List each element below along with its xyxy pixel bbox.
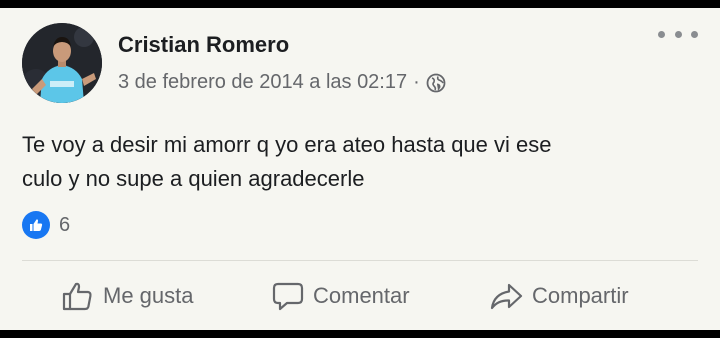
meta-separator: ·	[413, 71, 420, 93]
avatar-photo	[22, 23, 102, 103]
more-options-button[interactable]	[658, 22, 698, 46]
share-button[interactable]: Compartir	[489, 274, 629, 318]
reaction-count: 6	[59, 213, 71, 236]
thumbs-up-icon	[62, 282, 92, 311]
share-label: Compartir	[532, 283, 629, 308]
more-dot-icon	[691, 30, 698, 38]
author-name[interactable]: Cristian Romero	[118, 32, 289, 58]
more-dot-icon	[674, 30, 682, 38]
globe-icon	[426, 73, 446, 93]
action-bar: Me gusta Comentar Compartir	[0, 274, 720, 318]
like-label: Me gusta	[103, 283, 194, 308]
comment-icon	[272, 282, 304, 311]
more-dot-icon	[658, 30, 665, 38]
like-button[interactable]: Me gusta	[62, 274, 194, 318]
reaction-summary[interactable]: 6	[22, 211, 70, 239]
post-timestamp[interactable]: 3 de febrero de 2014 a las 02:17	[118, 71, 407, 94]
like-reaction-icon	[22, 211, 50, 239]
comment-button[interactable]: Comentar	[272, 274, 410, 318]
facebook-post-card: Cristian Romero 3 de febrero de 2014 a l…	[0, 8, 720, 330]
post-body: Te voy a desir mi amorr q yo era ateo ha…	[22, 128, 702, 196]
share-arrow-icon	[490, 283, 523, 310]
divider	[22, 260, 698, 261]
comment-label: Comentar	[313, 283, 410, 308]
post-meta: 3 de febrero de 2014 a las 02:17 ·	[118, 71, 446, 94]
post-text-line: culo y no supe a quien agradecerle	[22, 166, 365, 191]
author-avatar[interactable]	[22, 23, 102, 103]
post-text-line: Te voy a desir mi amorr q yo era ateo ha…	[22, 132, 552, 157]
